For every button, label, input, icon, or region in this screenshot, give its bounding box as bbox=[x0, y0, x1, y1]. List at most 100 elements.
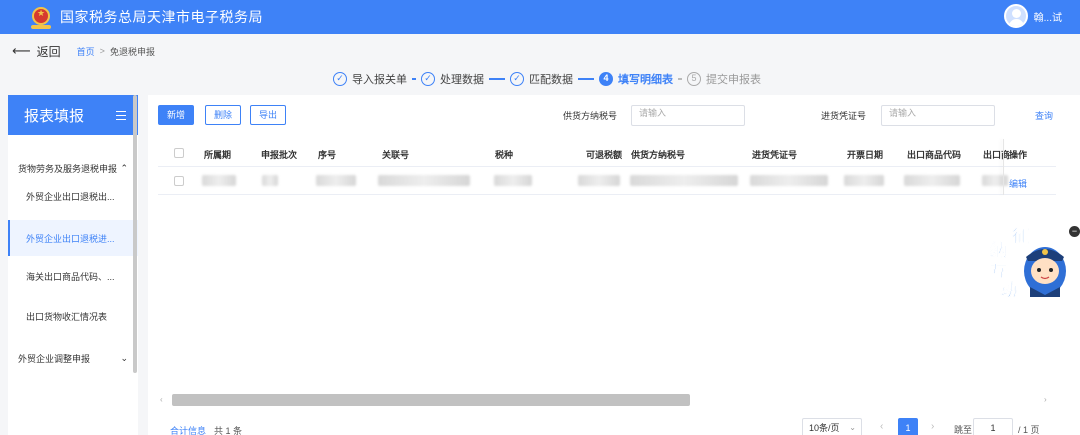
masked-cell bbox=[316, 175, 356, 186]
sidebar-group-adjust[interactable]: 外贸企业调整申报 ⌄ bbox=[8, 350, 138, 366]
sidebar-scrollbar[interactable] bbox=[133, 95, 137, 373]
check-icon: ✓ bbox=[333, 72, 347, 86]
delete-button[interactable]: 删除 bbox=[205, 105, 242, 125]
scroll-left-icon[interactable]: ‹ bbox=[160, 395, 163, 404]
breadcrumb: ⟵ 返回 首页 > 免退税申报 bbox=[0, 34, 1080, 68]
column-header[interactable]: 税种 bbox=[495, 148, 513, 161]
fixed-column-divider bbox=[1003, 139, 1004, 195]
masked-cell bbox=[378, 175, 470, 186]
step-match-data: ✓ 匹配数据 bbox=[510, 71, 573, 87]
masked-cell bbox=[202, 175, 236, 186]
step-connector bbox=[678, 78, 682, 80]
step-connector bbox=[489, 78, 505, 80]
user-menu[interactable]: 翰...试 bbox=[1003, 4, 1062, 28]
voucher-label: 进货凭证号 bbox=[821, 111, 867, 121]
masked-cell bbox=[844, 175, 884, 186]
jump-page-input[interactable]: 1 bbox=[973, 418, 1013, 435]
total-pages: / 1 页 bbox=[1018, 425, 1040, 435]
masked-cell bbox=[904, 175, 960, 186]
sidebar-item-label: 出口货物收汇情况表 bbox=[26, 311, 108, 322]
column-header[interactable]: 所属期 bbox=[204, 148, 231, 161]
table-row[interactable]: 编辑 bbox=[158, 167, 1056, 195]
sidebar-item-export-inbound[interactable]: 外贸企业出口退税进... bbox=[8, 220, 138, 256]
query-button[interactable]: 查询 bbox=[1035, 109, 1053, 122]
row-checkbox[interactable] bbox=[174, 176, 184, 186]
step-label: 匹配数据 bbox=[529, 74, 573, 86]
menu-collapse-icon[interactable] bbox=[116, 110, 126, 120]
add-button[interactable]: 新增 bbox=[158, 105, 195, 125]
site-title: 国家税务总局天津市电子税务局 bbox=[60, 9, 263, 25]
mascot-char: 动 bbox=[1000, 281, 1018, 301]
column-header-actions: 操作 bbox=[1009, 150, 1028, 160]
supplier-tax-label: 供货方纳税号 bbox=[563, 111, 618, 121]
column-header[interactable]: 关联号 bbox=[382, 148, 409, 161]
sidebar-item-label: 外贸企业出口退税出... bbox=[26, 191, 115, 202]
back-arrow-icon[interactable]: ⟵ bbox=[12, 43, 31, 59]
column-header[interactable]: 序号 bbox=[318, 148, 336, 161]
masked-cell bbox=[750, 175, 828, 186]
sidebar-item-forex-status[interactable]: 出口货物收汇情况表 bbox=[8, 298, 138, 334]
select-all-checkbox[interactable] bbox=[174, 148, 184, 158]
sidebar-item-label: 外贸企业出口退税进... bbox=[26, 233, 115, 244]
progress-steps: ✓ 导入报关单 ✓ 处理数据 ✓ 匹配数据 4 填写明细表 5 提交申报表 bbox=[333, 70, 761, 88]
next-page-icon[interactable]: › bbox=[931, 421, 934, 432]
sidebar: 报表填报 货物劳务及服务退税申报 ⌃ 外贸企业出口退税出... 外贸企业出口退税… bbox=[8, 95, 138, 435]
supplier-tax-input[interactable]: 请输入 bbox=[631, 105, 745, 126]
column-header[interactable]: 开票日期 bbox=[847, 148, 883, 161]
sidebar-title: 报表填报 bbox=[24, 107, 85, 125]
export-button[interactable]: 导出 bbox=[250, 105, 287, 125]
mascot-officer-icon bbox=[1024, 247, 1066, 297]
page-size-select[interactable]: 10条/页 ⌄ bbox=[802, 418, 862, 435]
table-header: 所属期 申报批次 序号 关联号 税种 可退税额 供货方纳税号 进货凭证号 开票日… bbox=[158, 139, 1056, 167]
step-connector bbox=[578, 78, 594, 80]
step-label: 填写明细表 bbox=[618, 74, 673, 86]
column-header[interactable]: 申报批次 bbox=[261, 148, 297, 161]
column-header[interactable]: 出口商 bbox=[983, 148, 1009, 161]
page-number-current[interactable]: 1 bbox=[898, 418, 918, 435]
sidebar-header: 报表填报 bbox=[8, 95, 138, 135]
username[interactable]: 翰...试 bbox=[1034, 9, 1062, 24]
step-label: 导入报关单 bbox=[352, 74, 407, 86]
check-icon: ✓ bbox=[421, 72, 435, 86]
sidebar-item-label: 海关出口商品代码、... bbox=[26, 271, 115, 282]
step-number: 4 bbox=[599, 72, 613, 86]
sidebar-group-goods-refund[interactable]: 货物劳务及服务退税申报 ⌃ bbox=[8, 160, 138, 176]
step-process-data: ✓ 处理数据 bbox=[421, 71, 484, 87]
edit-link[interactable]: 编辑 bbox=[1009, 177, 1027, 190]
chevron-down-icon: ⌄ bbox=[120, 352, 128, 363]
scroll-right-icon[interactable]: › bbox=[1044, 395, 1047, 404]
masked-cell bbox=[494, 175, 532, 186]
masked-cell bbox=[578, 175, 620, 186]
column-header[interactable]: 出口商品代码 bbox=[907, 148, 961, 161]
step-submit: 5 提交申报表 bbox=[687, 71, 761, 87]
chevron-down-icon: ⌄ bbox=[849, 423, 856, 432]
prev-page-icon[interactable]: ‹ bbox=[880, 421, 883, 432]
column-header[interactable]: 供货方纳税号 bbox=[631, 148, 685, 161]
voucher-input[interactable]: 请输入 bbox=[881, 105, 995, 126]
user-avatar-icon[interactable] bbox=[1003, 4, 1028, 28]
breadcrumb-current: 免退税申报 bbox=[109, 46, 155, 57]
sidebar-group-label: 货物劳务及服务退税申报 bbox=[18, 163, 118, 174]
back-button[interactable]: 返回 bbox=[37, 43, 61, 60]
page-size-value: 10条/页 bbox=[809, 423, 840, 433]
column-header[interactable]: 进货凭证号 bbox=[752, 148, 797, 161]
breadcrumb-home-link[interactable]: 首页 bbox=[77, 45, 95, 58]
step-connector bbox=[412, 78, 416, 80]
jump-label: 跳至 bbox=[954, 425, 973, 435]
step-label: 提交申报表 bbox=[706, 74, 761, 86]
masked-cell bbox=[262, 175, 278, 186]
step-number: 5 bbox=[687, 72, 701, 86]
step-label: 处理数据 bbox=[440, 74, 484, 86]
table-horizontal-scrollbar[interactable] bbox=[172, 394, 690, 406]
record-count: 共 1 条 bbox=[214, 426, 243, 435]
interaction-mascot-widget[interactable]: 征 纳 互 动 bbox=[980, 222, 1072, 302]
masked-cell bbox=[982, 175, 1008, 186]
sidebar-item-customs-code[interactable]: 海关出口商品代码、... bbox=[8, 258, 138, 294]
step-import-declaration: ✓ 导入报关单 bbox=[333, 71, 407, 87]
summary-info-link[interactable]: 合计信息 bbox=[170, 424, 206, 435]
tax-emblem-icon: ★ bbox=[30, 6, 52, 29]
chevron-up-icon: ⌃ bbox=[120, 162, 128, 173]
sidebar-item-export-outbound[interactable]: 外贸企业出口退税出... bbox=[8, 178, 138, 214]
column-header[interactable]: 可退税额 bbox=[586, 148, 622, 161]
widget-close-icon[interactable]: − bbox=[1069, 226, 1080, 237]
